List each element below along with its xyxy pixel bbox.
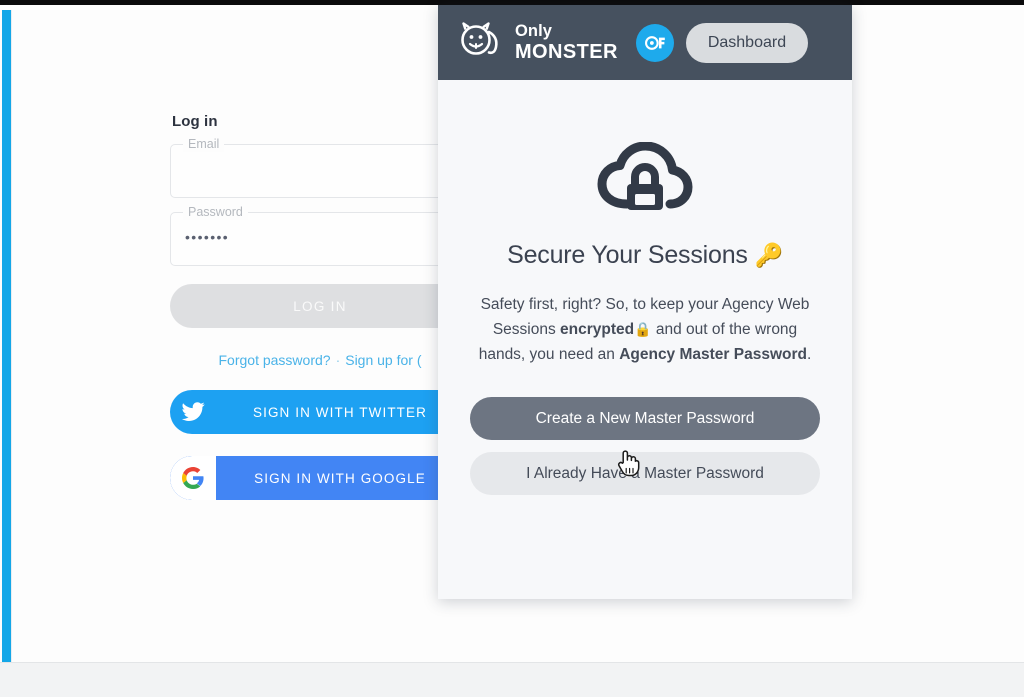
panel-title-text: Secure Your Sessions <box>507 241 755 269</box>
screen: Log in Email Password ••••••• LOG IN For… <box>0 0 1024 697</box>
brand-logo[interactable]: Only MONSTER <box>458 20 618 65</box>
sign-in-with-google-button[interactable]: SIGN IN WITH GOOGLE <box>170 456 470 500</box>
dashboard-button[interactable]: Dashboard <box>685 22 809 63</box>
extension-panel: Only MONSTER Dashboard Secure Your Sessi… <box>438 5 852 599</box>
brand-line-1: Only <box>515 22 553 41</box>
create-new-master-password-button[interactable]: Create a New Master Password <box>470 397 820 440</box>
copy-bold-master-password: Agency Master Password <box>619 346 807 363</box>
email-field-label: Email <box>183 137 225 152</box>
panel-description: Safety first, right? So, to keep your Ag… <box>476 292 814 367</box>
lock-emoji-icon: 🔒 <box>634 321 652 337</box>
password-field-value: ••••••• <box>185 229 230 245</box>
panel-body: Secure Your Sessions 🔑 Safety first, rig… <box>438 80 852 495</box>
email-field[interactable]: Email <box>170 137 470 198</box>
login-links: Forgot password? · Sign up for ( <box>170 352 470 368</box>
forgot-password-link[interactable]: Forgot password? <box>219 352 331 368</box>
brand-text: Only MONSTER <box>515 23 618 62</box>
panel-header: Only MONSTER Dashboard <box>438 5 852 80</box>
twitter-icon <box>170 390 216 434</box>
google-icon <box>170 456 216 500</box>
sign-in-with-twitter-button[interactable]: SIGN IN WITH TWITTER <box>170 390 470 434</box>
login-button[interactable]: LOG IN <box>170 284 470 328</box>
panel-title: Secure Your Sessions 🔑 <box>470 241 820 270</box>
login-form: Log in Email Password ••••••• LOG IN For… <box>170 113 470 500</box>
password-field[interactable]: Password ••••••• <box>170 205 470 266</box>
already-have-master-password-button[interactable]: I Already Have a Master Password <box>470 452 820 495</box>
twitter-button-label: SIGN IN WITH TWITTER <box>253 404 427 420</box>
key-emoji-icon: 🔑 <box>754 242 783 268</box>
onlyfans-icon <box>644 35 665 50</box>
onlyfans-badge-button[interactable] <box>635 23 674 62</box>
copy-bold-encrypted: encrypted <box>560 321 635 338</box>
google-button-label: SIGN IN WITH GOOGLE <box>254 470 426 486</box>
link-separator: · <box>335 352 341 368</box>
page-footer-band <box>0 662 1024 697</box>
copy-part-3: . <box>806 346 812 363</box>
password-field-label: Password <box>183 205 248 220</box>
page-left-border <box>11 10 12 665</box>
login-title: Log in <box>172 113 218 130</box>
monster-logo-icon <box>458 20 504 65</box>
signup-link[interactable]: Sign up for ( <box>345 352 421 368</box>
cloud-lock-icon <box>470 141 820 219</box>
brand-line-2: MONSTER <box>515 40 618 63</box>
left-accent-strip <box>2 10 11 665</box>
